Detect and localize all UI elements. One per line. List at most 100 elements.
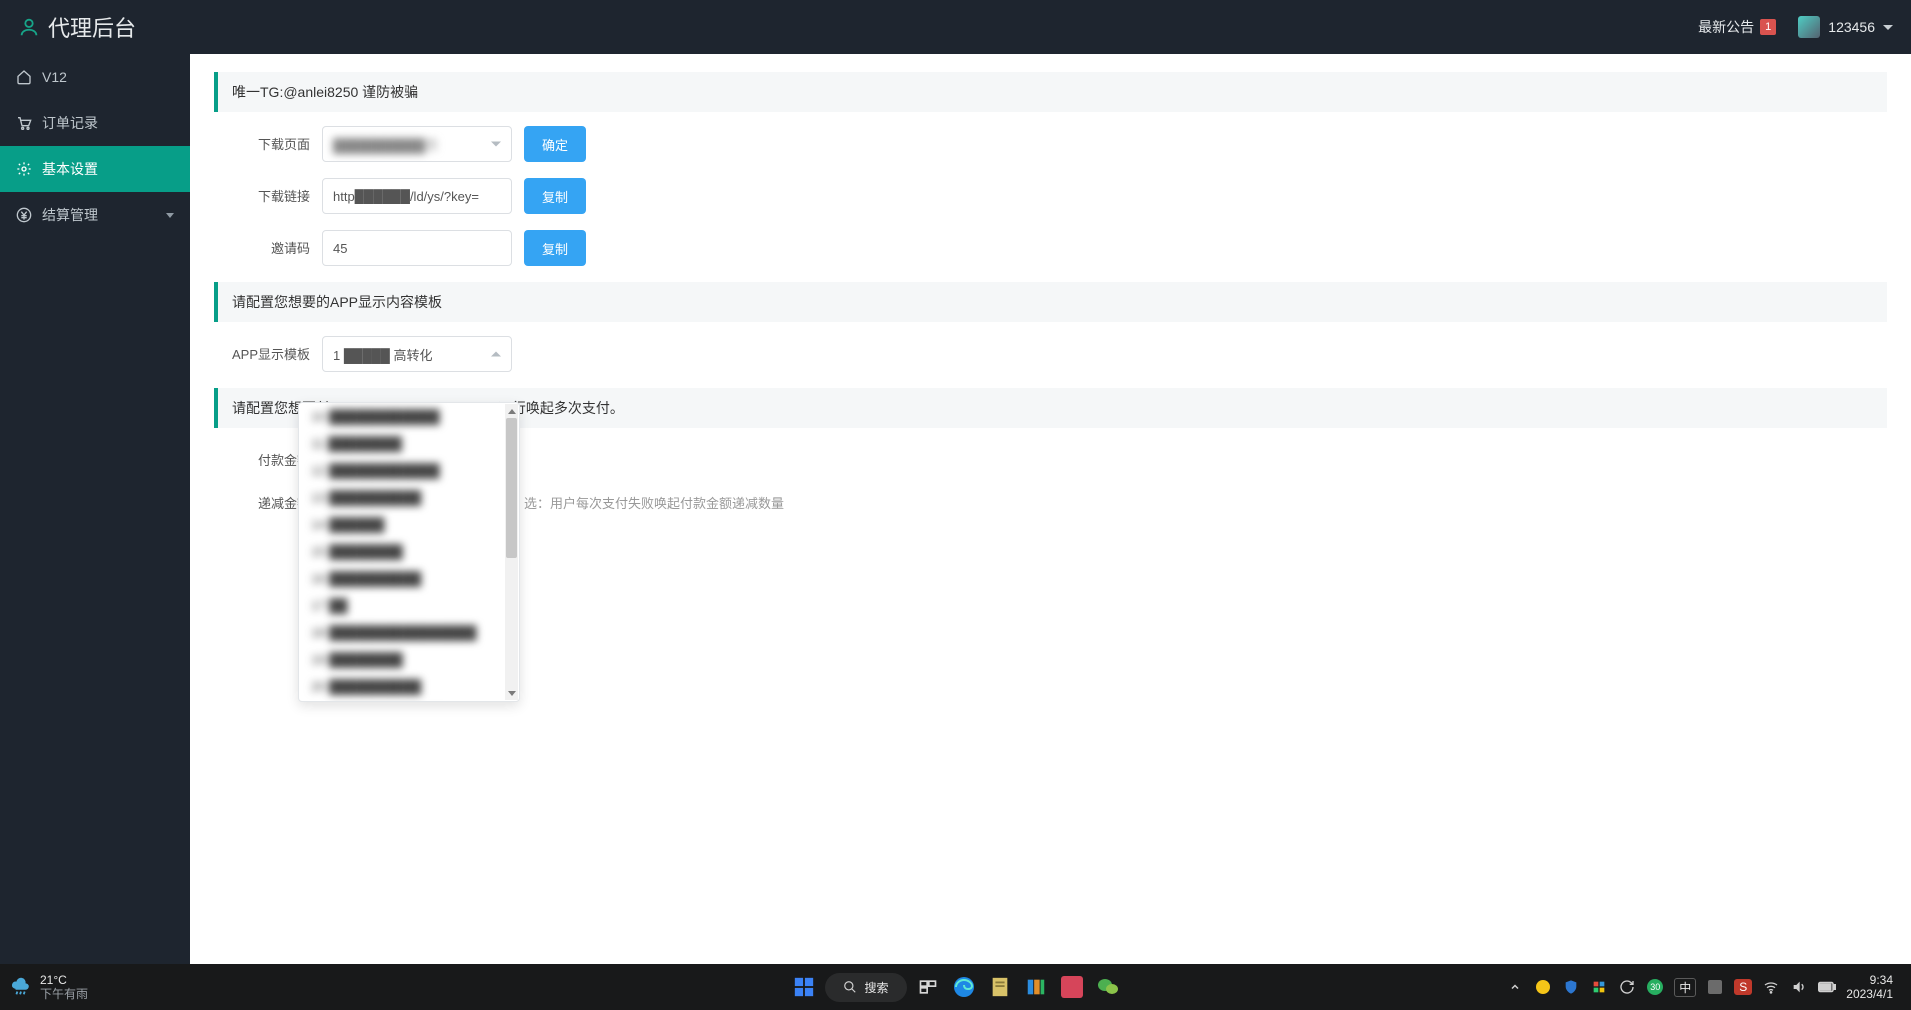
chevron-up-icon xyxy=(491,352,501,357)
taskbar-search[interactable]: 搜索 xyxy=(824,973,906,1002)
edge-icon xyxy=(952,975,976,999)
sidebar-item-label: 结算管理 xyxy=(42,205,98,225)
download-page-select[interactable]: ██████████页 xyxy=(322,126,512,162)
chevron-down-icon xyxy=(1883,25,1893,30)
dropdown-item[interactable]: 12 ████████████ xyxy=(299,457,519,484)
sidebar-item-orders[interactable]: 订单记录 xyxy=(0,100,190,146)
sidebar-item-settings[interactable]: 基本设置 xyxy=(0,146,190,192)
wifi-icon[interactable] xyxy=(1762,978,1780,996)
tray-green-icon[interactable]: 30 xyxy=(1646,978,1664,996)
tray-chevron-up-icon[interactable] xyxy=(1506,978,1524,996)
copy-link-button[interactable]: 复制 xyxy=(524,178,586,214)
dropdown-item[interactable]: 19 ████████ xyxy=(299,646,519,673)
battery-icon[interactable] xyxy=(1818,978,1836,996)
reduce-amount-label: 递减金额 xyxy=(214,485,310,512)
sidebar: V12 订单记录 基本设置 结算管理 xyxy=(0,54,190,964)
taskbar-clock[interactable]: 9:34 2023/4/1 xyxy=(1846,973,1901,1002)
dropdown-item[interactable]: 14 ██████ xyxy=(299,511,519,538)
pay-amount-label: 付款金额 xyxy=(214,442,310,469)
task-view-button[interactable] xyxy=(913,972,943,1002)
notebook-icon xyxy=(989,976,1011,998)
sidebar-item-label: 基本设置 xyxy=(42,159,98,179)
template-banner: 请配置您想要的APP显示内容模板 xyxy=(214,282,1887,322)
invite-code-label: 邀请码 xyxy=(214,230,310,257)
ime-input-method[interactable]: S xyxy=(1734,979,1752,995)
clock-date: 2023/4/1 xyxy=(1846,987,1893,1001)
tray-sync-icon[interactable] xyxy=(1618,978,1636,996)
chevron-down-icon xyxy=(166,213,174,218)
clock-time: 9:34 xyxy=(1846,973,1893,987)
dropdown-item[interactable]: 15 ████████ xyxy=(299,538,519,565)
download-link-input[interactable] xyxy=(322,178,512,214)
temperature: 21°C xyxy=(40,973,88,987)
download-page-value: ██████████页 xyxy=(333,135,438,154)
tray-icon-1[interactable] xyxy=(1534,978,1552,996)
reduce-hint: 选：用户每次支付失败唤起付款金额递减数量 xyxy=(524,485,784,512)
dropdown-item[interactable]: 16 ██████████ xyxy=(299,565,519,592)
copy-invite-button[interactable]: 复制 xyxy=(524,230,586,266)
brand: 代理后台 xyxy=(18,11,136,43)
scroll-up-icon[interactable] xyxy=(505,404,518,418)
main-content: 唯一TG:@anlei8250 谨防被骗 下载页面 ██████████页 确定… xyxy=(190,54,1911,964)
sidebar-item-settlement[interactable]: 结算管理 xyxy=(0,192,190,238)
sidebar-item-label: V12 xyxy=(42,69,67,85)
avatar xyxy=(1798,16,1820,38)
app-header: 代理后台 最新公告 1 123456 xyxy=(0,0,1911,54)
files-icon xyxy=(1025,976,1047,998)
dropdown-item[interactable]: 更多████████████ xyxy=(299,700,519,702)
taskbar-app-wechat[interactable] xyxy=(1093,972,1123,1002)
notice-text: 唯一TG:@anlei8250 谨防被骗 xyxy=(232,84,418,100)
template-dropdown[interactable]: 10 ████████████11 ████████12 ███████████… xyxy=(298,402,520,702)
user-icon xyxy=(18,16,40,38)
dropdown-item[interactable]: 11 ████████ xyxy=(299,430,519,457)
taskbar-app-red[interactable] xyxy=(1057,972,1087,1002)
dropdown-item[interactable]: 17 ██ xyxy=(299,592,519,619)
notice-banner: 唯一TG:@anlei8250 谨防被骗 xyxy=(214,72,1887,112)
user-menu[interactable]: 123456 xyxy=(1798,16,1893,38)
taskbar-app-files[interactable] xyxy=(1021,972,1051,1002)
wechat-icon xyxy=(1096,975,1120,999)
home-icon xyxy=(16,69,32,85)
announcement-label: 最新公告 xyxy=(1698,17,1754,37)
username: 123456 xyxy=(1828,19,1875,35)
announcement-link[interactable]: 最新公告 1 xyxy=(1698,17,1776,37)
taskbar-app-edge[interactable] xyxy=(949,972,979,1002)
windows-taskbar: 21°C 下午有雨 搜索 xyxy=(0,964,1911,1010)
invite-code-input[interactable] xyxy=(322,230,512,266)
windows-icon xyxy=(792,976,814,998)
tray-icon-6[interactable] xyxy=(1706,978,1724,996)
confirm-button[interactable]: 确定 xyxy=(524,126,586,162)
weather-icon xyxy=(10,976,32,998)
download-page-label: 下载页面 xyxy=(214,126,310,153)
weather-widget[interactable]: 21°C 下午有雨 xyxy=(0,973,98,1002)
tray-icon-3[interactable] xyxy=(1590,978,1608,996)
template-label: APP显示模板 xyxy=(214,336,310,363)
download-link-label: 下载链接 xyxy=(214,178,310,205)
brand-text: 代理后台 xyxy=(48,11,136,43)
red-app-icon xyxy=(1061,976,1083,998)
ime-language[interactable]: 中 xyxy=(1674,978,1696,997)
taskview-icon xyxy=(918,977,938,997)
template-select[interactable]: 1 █████ 高转化 xyxy=(322,336,512,372)
dropdown-scrollbar[interactable] xyxy=(505,404,518,700)
announcement-badge: 1 xyxy=(1760,19,1776,35)
start-button[interactable] xyxy=(788,972,818,1002)
weather-desc: 下午有雨 xyxy=(40,987,88,1001)
tray-shield-icon[interactable] xyxy=(1562,978,1580,996)
system-tray: 30 中 S 9:34 2023/4/1 xyxy=(1496,973,1911,1002)
sidebar-item-label: 订单记录 xyxy=(42,113,98,133)
cart-icon xyxy=(16,115,32,131)
chevron-down-icon xyxy=(491,142,501,147)
dropdown-item[interactable]: 10 ████████████ xyxy=(299,403,519,430)
search-icon xyxy=(842,980,856,994)
sidebar-item-home[interactable]: V12 xyxy=(0,54,190,100)
dropdown-item[interactable]: 13 ██████████ xyxy=(299,484,519,511)
volume-icon[interactable] xyxy=(1790,978,1808,996)
dropdown-item[interactable]: 18 ████████████████ xyxy=(299,619,519,646)
yen-icon xyxy=(16,207,32,223)
scroll-down-icon[interactable] xyxy=(505,686,518,700)
taskbar-app-notebook[interactable] xyxy=(985,972,1015,1002)
scroll-thumb[interactable] xyxy=(506,418,517,558)
search-label: 搜索 xyxy=(864,979,888,996)
dropdown-item[interactable]: 20 ██████████ xyxy=(299,673,519,700)
